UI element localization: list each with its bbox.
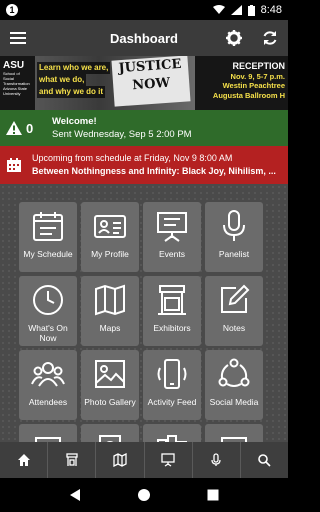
alert-title: Welcome!	[52, 116, 97, 127]
wifi-icon	[212, 5, 225, 14]
id-card-icon	[94, 215, 126, 238]
tile-maps[interactable]: Maps	[81, 276, 139, 346]
attendees-icon	[31, 362, 65, 387]
signal-icon	[230, 5, 242, 15]
nav-events[interactable]	[145, 442, 193, 478]
tile-label: What's On Now	[28, 323, 68, 343]
banner-tagline-2: what we do,	[37, 74, 87, 86]
tile-label: Activity Feed	[147, 397, 197, 407]
tile-passport[interactable]	[81, 424, 139, 442]
banner-tagline: Learn who we are,	[37, 62, 111, 74]
alert-subtitle: Sent Wednesday, Sep 5 2:00 PM	[52, 129, 192, 140]
menu-button[interactable]	[0, 20, 36, 56]
tile-my-profile[interactable]: My Profile	[81, 202, 139, 272]
documents-icon	[35, 437, 61, 442]
alert-welcome[interactable]: 0 Welcome! Sent Wednesday, Sep 5 2:00 PM	[0, 110, 288, 146]
nav-search[interactable]	[241, 442, 288, 478]
promo-banner[interactable]: ASU School of Social Transformation Ariz…	[0, 56, 288, 110]
presentation-icon	[157, 212, 187, 242]
map-icon	[113, 453, 127, 467]
tile-city[interactable]	[143, 424, 201, 442]
recents-icon[interactable]	[206, 488, 220, 502]
search-icon	[258, 454, 272, 467]
settings-button[interactable]	[216, 20, 252, 56]
asu-logo: ASU School of Social Transformation Ariz…	[3, 60, 30, 96]
tile-attendees[interactable]: Attendees	[19, 350, 77, 420]
alert-count: 0	[26, 120, 34, 136]
home-circle-icon[interactable]	[137, 488, 151, 502]
schedule-time: Upcoming from schedule at Friday, Nov 9 …	[32, 153, 233, 163]
tile-label: Notes	[222, 323, 246, 333]
reception-info: RECEPTION Nov. 9, 5-7 p.m. Westin Peacht…	[212, 61, 285, 100]
passport-icon	[99, 435, 121, 442]
app-bar: Dashboard	[0, 20, 288, 56]
battery-icon	[247, 4, 255, 16]
notification-badge: 1	[6, 4, 18, 16]
nav-exhibitors[interactable]	[48, 442, 97, 478]
tile-label: Attendees	[28, 397, 68, 407]
tile-exhibitors[interactable]: Exhibitors	[143, 276, 201, 346]
protest-sign: JUSTICE NOW	[111, 56, 191, 107]
tile-label: Exhibitors	[153, 323, 191, 333]
upcoming-schedule[interactable]: Upcoming from schedule at Friday, Nov 9 …	[0, 146, 288, 184]
back-icon[interactable]	[68, 488, 82, 502]
city-icon	[157, 435, 187, 442]
presentation-icon	[161, 453, 175, 467]
tile-my-schedule[interactable]: My Schedule	[19, 202, 77, 272]
tile-documents[interactable]	[19, 424, 77, 442]
dashboard-grid: My Schedule My Profile Events Panelist W…	[19, 202, 263, 442]
microphone-icon	[223, 210, 245, 241]
tile-panelist[interactable]: Panelist	[205, 202, 263, 272]
tile-activity-feed[interactable]: Activity Feed	[143, 350, 201, 420]
refresh-button[interactable]	[252, 20, 288, 56]
tile-building[interactable]	[205, 424, 263, 442]
tile-label: Maps	[99, 323, 121, 333]
nav-maps[interactable]	[96, 442, 145, 478]
tile-events[interactable]: Events	[143, 202, 201, 272]
notes-icon	[221, 284, 250, 313]
tile-label: Panelist	[218, 249, 250, 259]
tile-label: Events	[159, 249, 185, 259]
hamburger-menu-icon	[10, 32, 26, 44]
system-nav-bar	[0, 478, 288, 512]
calendar-icon	[7, 158, 21, 172]
schedule-session-title: Between Nothingness and Infinity: Black …	[32, 166, 276, 176]
nav-home[interactable]	[0, 442, 49, 478]
map-icon	[95, 284, 125, 316]
home-icon	[17, 454, 30, 466]
share-icon	[218, 358, 250, 387]
tile-label: Photo Gallery	[84, 397, 136, 407]
tile-notes[interactable]: Notes	[205, 276, 263, 346]
tile-social-media[interactable]: Social Media	[205, 350, 263, 420]
phone-icon	[157, 359, 187, 389]
refresh-icon	[263, 31, 277, 45]
building-icon	[221, 437, 247, 442]
booth-icon	[66, 453, 78, 466]
booth-icon	[158, 285, 186, 315]
tile-label: Social Media	[209, 397, 259, 407]
status-bar: 1 8:48	[0, 0, 288, 20]
nav-panelist[interactable]	[193, 442, 241, 478]
microphone-icon	[211, 453, 221, 466]
banner-tagline-3: and why we do it	[37, 86, 106, 98]
tile-whats-on-now[interactable]: What's On Now	[19, 276, 77, 346]
warning-icon	[6, 121, 22, 135]
calendar-icon	[33, 212, 63, 241]
status-time: 8:48	[260, 4, 282, 16]
clock-icon	[33, 285, 63, 315]
photo-icon	[95, 360, 125, 388]
tile-label: My Schedule	[23, 249, 73, 259]
gear-icon	[226, 30, 242, 46]
tile-label: My Profile	[91, 249, 129, 259]
bottom-nav	[0, 442, 288, 478]
tile-photo-gallery[interactable]: Photo Gallery	[81, 350, 139, 420]
dashboard-grid-area: My Schedule My Profile Events Panelist W…	[0, 184, 288, 442]
